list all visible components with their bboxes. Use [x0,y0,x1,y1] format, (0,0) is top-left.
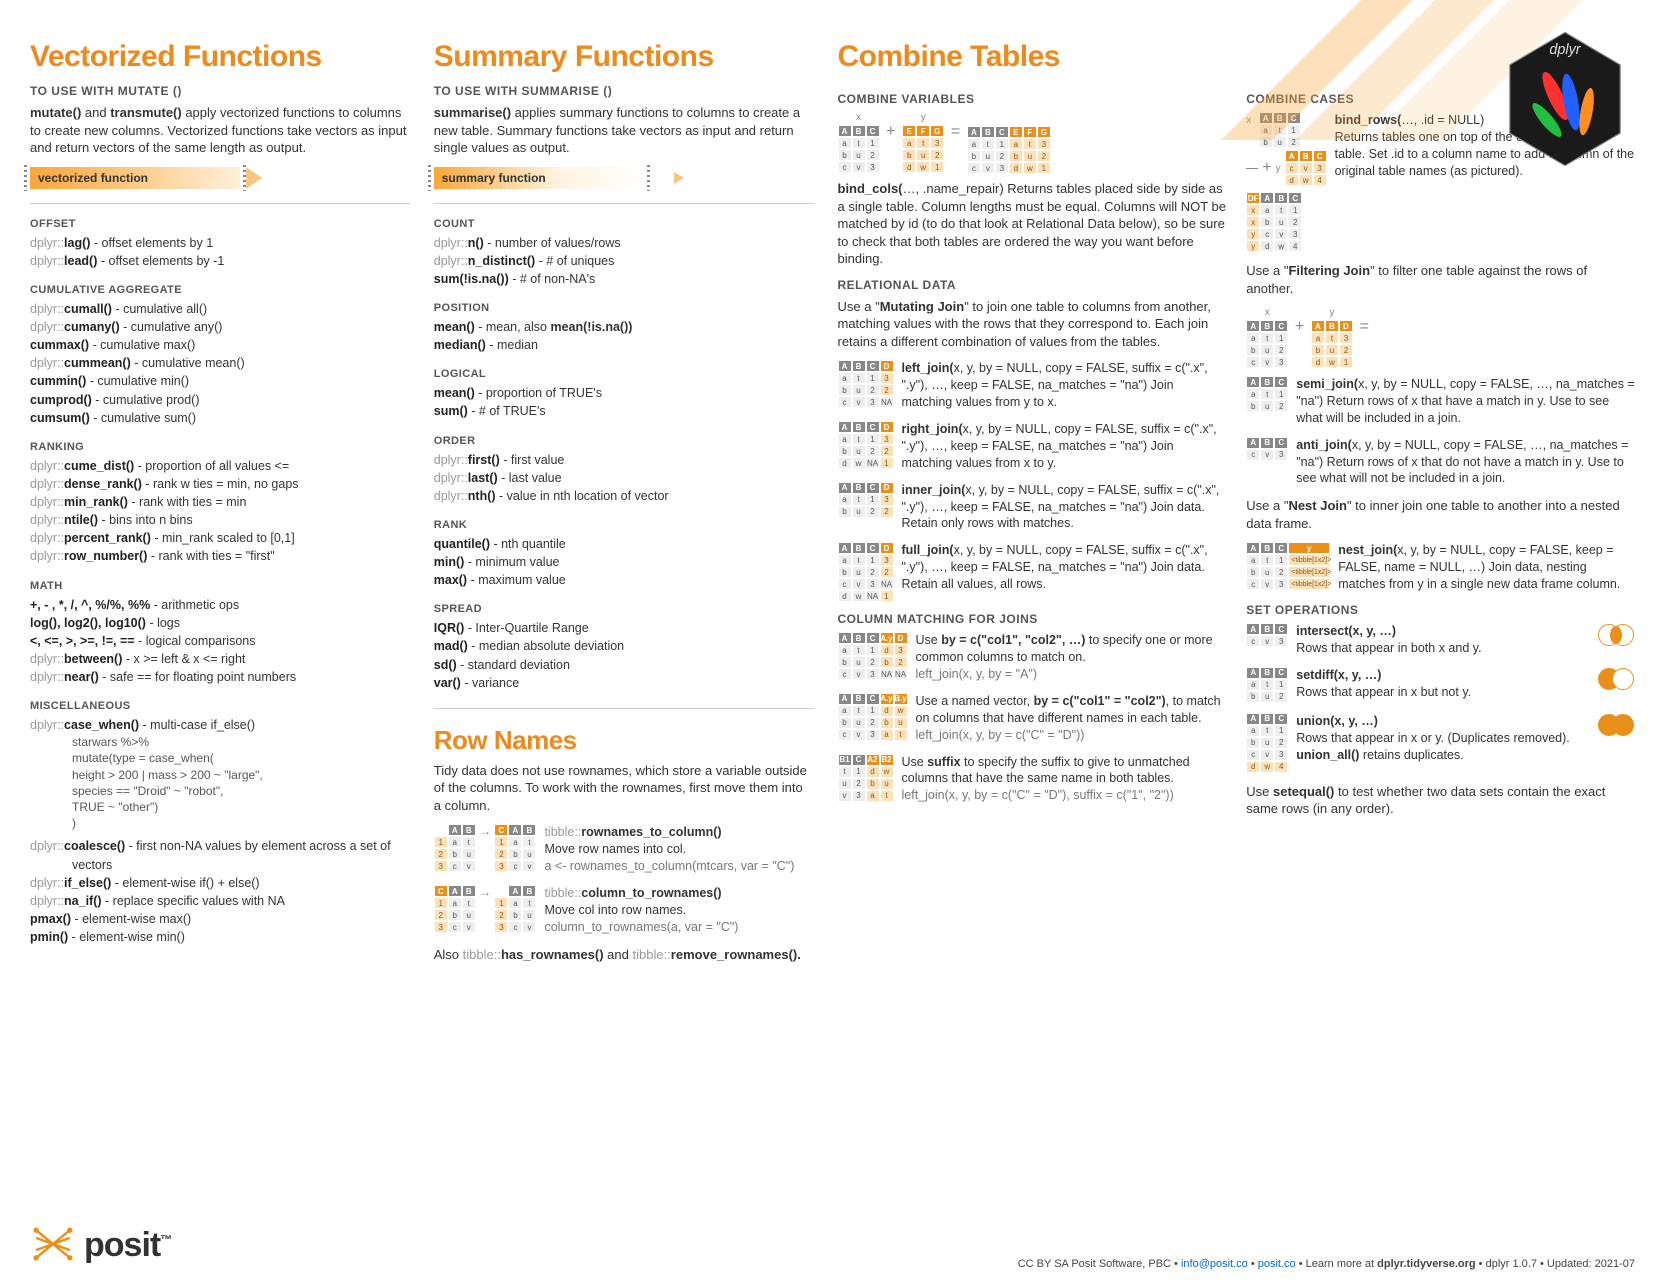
desc-bind-cols: bind_cols(…, .name_repair) Returns table… [838,180,1227,268]
heading-rownames: Row Names [434,725,814,756]
list-logical: mean() - proportion of TRUE's sum() - # … [434,384,814,420]
label-misc: MISCELLANEOUS [30,700,410,712]
label-logical: LOGICAL [434,368,814,380]
label-offset: OFFSET [30,218,410,230]
posit-logo-text: posit™ [84,1226,171,1265]
list-math: +, - , *, /, ^, %/%, %% - arithmetic ops… [30,596,410,687]
list-offset: dplyr::lag() - offset elements by 1 dply… [30,234,410,270]
heading-summary: Summary Functions [434,40,814,74]
entry-column-to-rownames: CAB 1at 2bu 3cv → AB 1at 2bu 3cv tibble:… [434,885,814,936]
list-position: mean() - mean, also mean(!is.na()) media… [434,318,814,354]
code-casewhen: starwars %>% [30,734,410,750]
label-position: POSITION [434,302,814,314]
entry-setdiff: ABC at1 bu2 setdiff(x, y, …)Rows that ap… [1246,667,1635,703]
intro-filtering-join: Use a "Filtering Join" to filter one tab… [1246,262,1635,297]
heading-vectorized: Vectorized Functions [30,40,410,74]
venn-union-icon [1597,713,1635,737]
posit-logo-icon [30,1221,76,1270]
entry-right-join: ABCD at13 bu22 dwNA1 right_join(x, y, by… [838,421,1227,472]
intro-nest-join: Use a "Nest Join" to inner join one tabl… [1246,497,1635,532]
rownames-also: Also tibble::has_rownames() and tibble::… [434,946,814,964]
intro-rownames: Tidy data does not use rownames, which s… [434,762,814,815]
list-misc: dplyr::case_when() - multi-case if_else(… [30,716,410,734]
entry-intersect: ABC cv3 intersect(x, y, …)Rows that appe… [1246,623,1635,657]
footer-email-link[interactable]: info@posit.co [1181,1258,1248,1270]
posit-logo: posit™ [30,1221,171,1270]
diagram-filtering-xy: x ABC at1 bu2 cv3 + y ABD at3 bu2 dw1 = [1246,307,1635,368]
entry-inner-join: ABCD at13 bu22 inner_join(x, y, by = NUL… [838,482,1227,533]
list-spread: IQR() - Inter-Quartile Range mad() - med… [434,619,814,692]
label-math: MATH [30,580,410,592]
entry-union: ABC at1 bu2 cv3 dw4 union(x, y, …)Rows t… [1246,713,1635,773]
setequal-note: Use setequal() to test whether two data … [1246,783,1635,818]
list-rank: quantile() - nth quantile min() - minimu… [434,535,814,589]
label-cumagg: CUMULATIVE AGGREGATE [30,284,410,296]
entry-nest-join: ABCy at1<tibble[1x2]> bu2<tibble[1x2]> c… [1246,542,1635,593]
intro-summarise: summarise() applies summary functions to… [434,104,814,157]
list-cumagg: dplyr::cumall() - cumulative all() dplyr… [30,300,410,427]
list-ranking: dplyr::cume_dist() - proportion of all v… [30,457,410,566]
intro-mutating-join: Use a "Mutating Join" to join one table … [838,298,1227,351]
entry-rownames-to-column: AB 1at 2bu 3cv → CAB 1at 2bu 3cv tibble:… [434,824,814,875]
entry-suffix: B1CA2B2 t1dw u2bu v3at Use suffix to spe… [838,754,1227,805]
label-spread: SPREAD [434,603,814,615]
entry-full-join: ABCD at13 bu22 cv3NA dwNA1 full_join(x, … [838,542,1227,602]
venn-intersect-icon [1597,623,1635,647]
subhead-summarise: TO USE WITH SUMMARISE () [434,84,814,98]
label-rank: RANK [434,519,814,531]
entry-by-cols: ABCA.yD at1d3 bu2b2 cv3NANA Use by = c("… [838,632,1227,683]
label-order: ORDER [434,435,814,447]
label-count: COUNT [434,218,814,230]
entry-left-join: ABCD at13 bu22 cv3NA left_join(x, y, by … [838,360,1227,411]
list-order: dplyr::first() - first value dplyr::last… [434,451,814,505]
subhead-mutate: TO USE WITH MUTATE () [30,84,410,98]
entry-anti-join: ABC cv3 anti_join(x, y, by = NULL, copy … [1246,437,1635,488]
svg-text:dplyr: dplyr [1549,42,1581,58]
list-misc-rest: dplyr::coalesce() - first non-NA values … [30,837,410,946]
list-count: dplyr::n() - number of values/rows dplyr… [434,234,814,288]
dplyr-hex-logo: dplyr [1505,30,1625,168]
venn-setdiff-icon [1597,667,1635,691]
footer-site-link[interactable]: posit.co [1258,1258,1296,1270]
footer: posit™ CC BY SA Posit Software, PBC • in… [30,1221,1635,1270]
intro-mutate: mutate() and transmute() apply vectorize… [30,104,410,157]
entry-by-named: ABCA.yB.y at1dw bu2bu cv3at Use a named … [838,693,1227,744]
footer-text: CC BY SA Posit Software, PBC • info@posi… [1018,1258,1635,1270]
arrow-vectorized: vectorized function [30,167,410,189]
arrow-summary: summary function [434,167,814,189]
subhead-col-matching: COLUMN MATCHING FOR JOINS [838,612,1227,626]
subhead-set-ops: SET OPERATIONS [1246,603,1635,617]
label-ranking: RANKING [30,441,410,453]
subhead-relational: RELATIONAL DATA [838,278,1227,292]
entry-semi-join: ABC at1 bu2 semi_join(x, y, by = NULL, c… [1246,376,1635,427]
